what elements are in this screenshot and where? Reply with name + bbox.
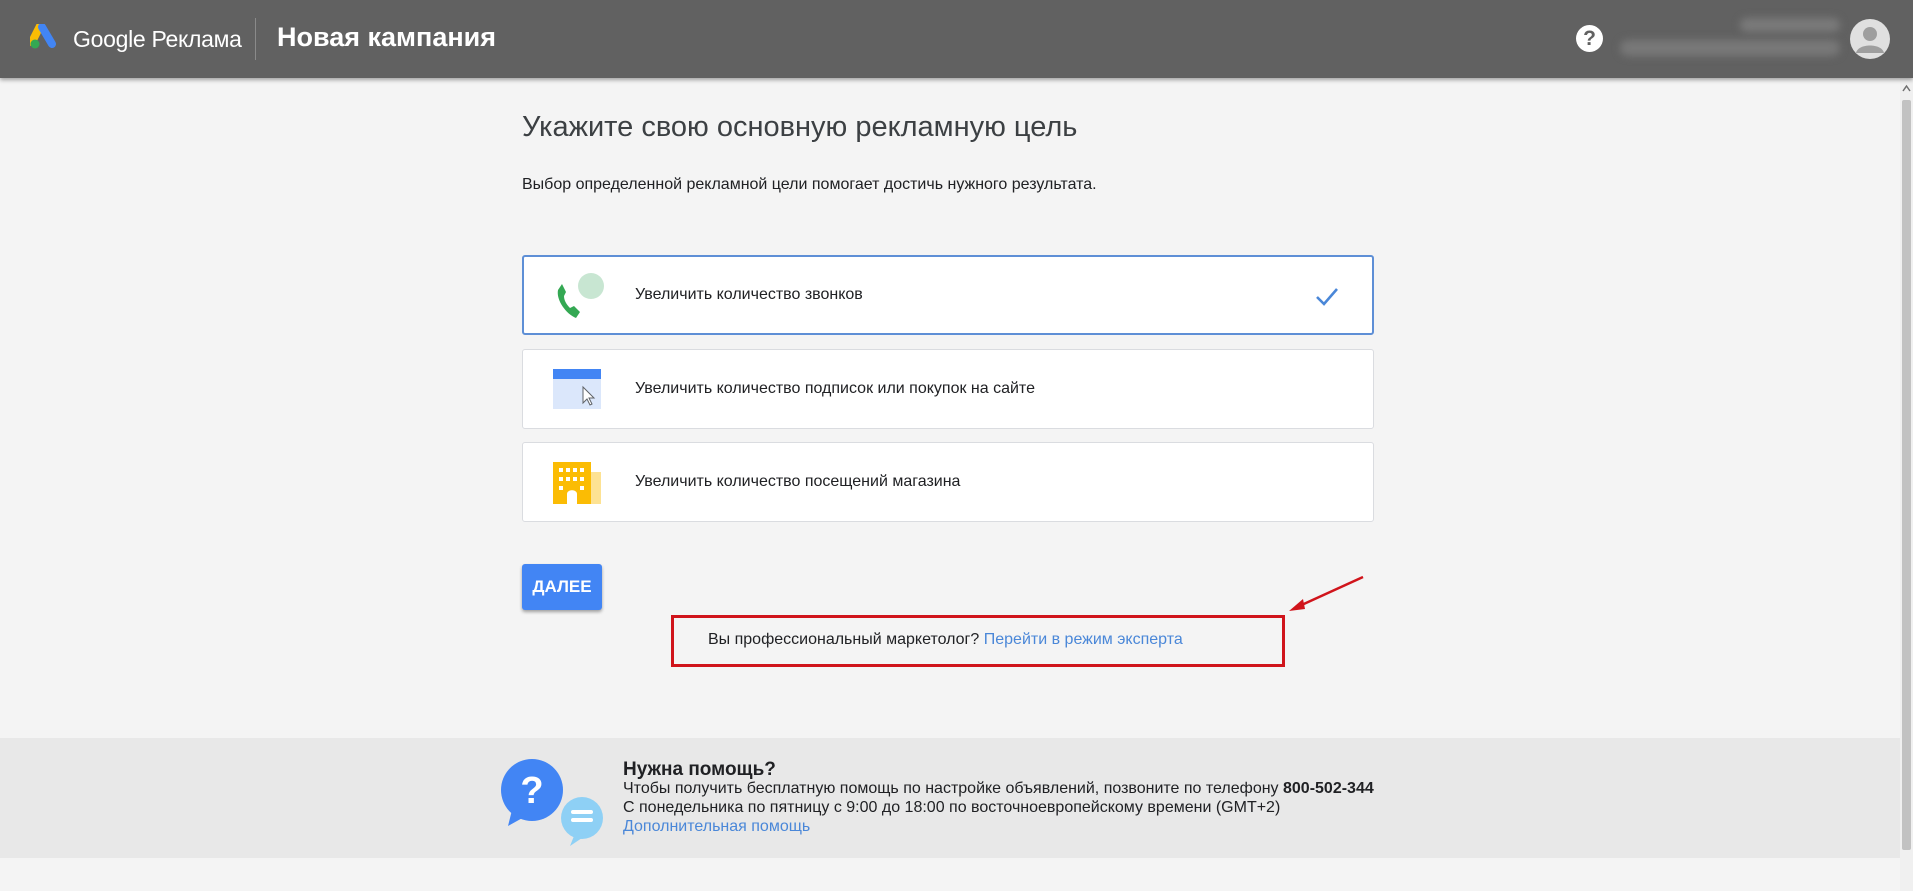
brand-name: Google Реклама [73, 26, 242, 52]
help-hours-line: С понедельника по пятницу с 9:00 до 18:0… [623, 799, 1281, 816]
user-avatar-icon [1856, 27, 1884, 53]
goal-card-website[interactable]: Увеличить количество подписок или покупо… [522, 349, 1374, 429]
scrollbar-thumb[interactable] [1902, 100, 1911, 850]
goal-card-store[interactable]: Увеличить количество посещений магазина [522, 442, 1374, 522]
goal-label: Увеличить количество звонков [635, 286, 863, 303]
help-footer: ? Нужна помощь? Чтобы получить бесплатну… [0, 738, 1900, 858]
store-building-icon [553, 462, 601, 504]
next-button[interactable]: ДАЛЕЕ [522, 564, 602, 610]
help-title: Нужна помощь? [623, 759, 776, 780]
avatar[interactable] [1850, 19, 1890, 59]
goal-label: Увеличить количество подписок или покупо… [635, 380, 1035, 397]
account-email-blurred [1620, 40, 1840, 56]
goal-label: Увеличить количество посещений магазина [635, 473, 961, 490]
expert-mode-highlight: Вы профессиональный маркетолог? Перейти … [671, 615, 1285, 667]
expert-mode-link[interactable]: Перейти в режим эксперта [984, 631, 1183, 648]
more-help-link[interactable]: Дополнительная помощь [623, 817, 1374, 836]
annotation-arrow-icon [1289, 575, 1364, 611]
help-phone-line: Чтобы получить бесплатную помощь по наст… [623, 780, 1374, 797]
goal-card-calls[interactable]: Увеличить количество звонков [522, 255, 1374, 335]
account-name-blurred [1740, 18, 1840, 32]
google-ads-logo-icon [30, 24, 56, 49]
goal-subtext: Выбор определенной рекламной цели помога… [522, 176, 1097, 193]
page-title: Новая кампания [277, 22, 496, 52]
help-phone-number: 800-502-344 [1283, 780, 1374, 797]
top-bar: Google Реклама Новая кампания ? [0, 0, 1913, 78]
check-icon [1316, 288, 1338, 306]
goal-heading: Укажите свою основную рекламную цель [522, 111, 1078, 143]
svg-text:?: ? [520, 770, 543, 812]
website-click-icon [553, 369, 601, 409]
phone-call-icon [557, 273, 604, 318]
help-text-block: Нужна помощь? Чтобы получить бесплатную … [623, 760, 1374, 836]
help-chat-icon: ? [501, 759, 603, 846]
header-divider [255, 18, 256, 60]
expert-mode-prompt: Вы профессиональный маркетолог? Перейти … [708, 631, 1183, 649]
scroll-up-arrow-icon[interactable] [1902, 84, 1911, 93]
help-icon[interactable]: ? [1576, 25, 1603, 52]
expert-question: Вы профессиональный маркетолог? [708, 631, 980, 648]
